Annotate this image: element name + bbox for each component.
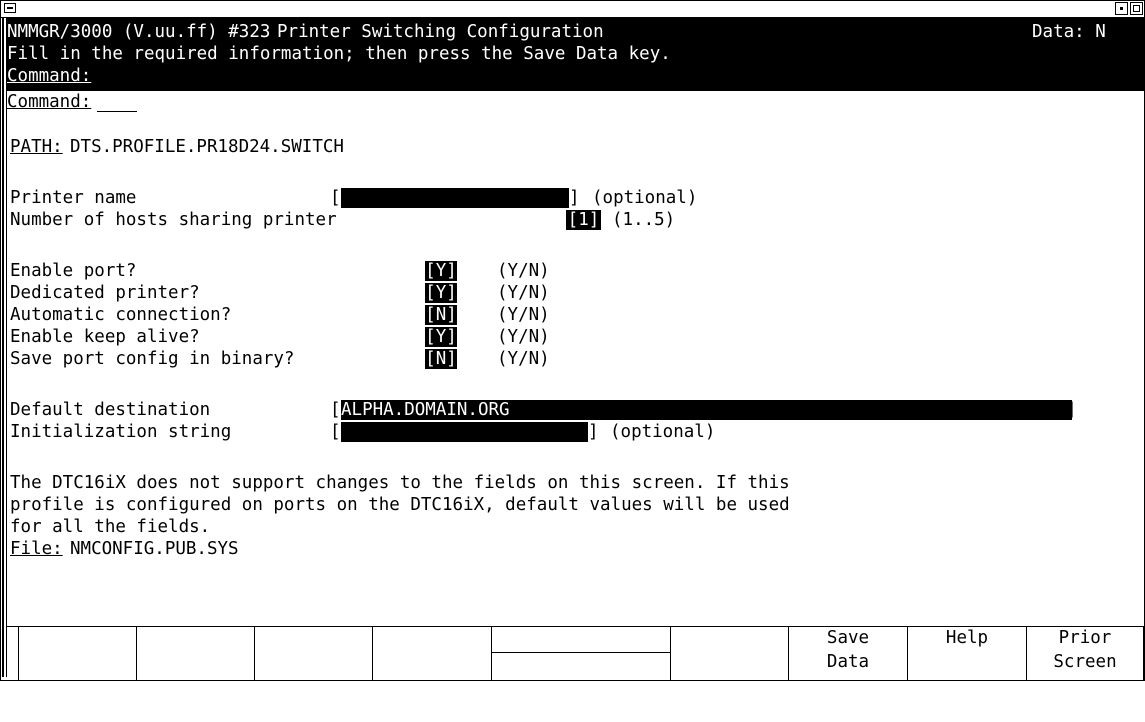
note-line-1: The DTC16iX does not support changes to … [10, 473, 790, 493]
command-label: Command: [7, 66, 92, 86]
enable-keep-alive-hint: (Y/N) [497, 327, 550, 347]
bracket-open: [ [330, 188, 341, 208]
save-port-config-hint: (Y/N) [497, 349, 550, 369]
printer-name-hint: (optional) [592, 188, 698, 208]
num-hosts-input[interactable]: [1] [566, 210, 601, 230]
bracket-close: ] [588, 422, 599, 442]
printer-name-input[interactable] [341, 188, 569, 208]
init-string-input[interactable] [341, 422, 588, 442]
save-data-key[interactable]: Save Data [788, 626, 907, 680]
bracket-open: [ [330, 400, 341, 420]
function-key-2[interactable] [136, 626, 254, 680]
init-string-label: Initialization string [10, 422, 232, 442]
function-key-4[interactable] [372, 626, 491, 680]
enable-port-label: Enable port? [10, 261, 137, 281]
init-string-hint: (optional) [610, 422, 716, 442]
command-line: Command: [7, 91, 1144, 113]
command-input[interactable] [97, 91, 1141, 113]
note-line-3: for all the fields. [10, 517, 211, 537]
default-destination-label: Default destination [10, 400, 211, 420]
dedicated-printer-input[interactable]: [Y] [425, 283, 457, 303]
help-key[interactable]: Help [907, 626, 1026, 680]
minimize-icon[interactable] [1115, 2, 1128, 15]
instruction-text: Fill in the required information; then p… [7, 44, 671, 64]
left-border [2, 17, 4, 677]
maximize-icon[interactable] [1130, 2, 1143, 15]
save-port-config-input[interactable]: [N] [425, 349, 457, 369]
command-label-line: Command: [7, 92, 92, 112]
enable-port-hint: (Y/N) [497, 261, 550, 281]
dedicated-printer-hint: (Y/N) [497, 283, 550, 303]
num-hosts-hint: (1..5) [612, 210, 676, 230]
enable-keep-alive-label: Enable keep alive? [10, 327, 200, 347]
data-flag: Data: N [1032, 22, 1106, 42]
function-key-5-divider [492, 652, 670, 653]
enable-port-input[interactable]: [Y] [425, 261, 457, 281]
automatic-connection-hint: (Y/N) [497, 305, 550, 325]
app-version: NMMGR/3000 (V.uu.ff) #323 [7, 22, 271, 42]
bracket-open: [ [330, 422, 341, 442]
note-line-2: profile is configured on ports on the DT… [10, 495, 790, 515]
function-key-3[interactable] [254, 626, 372, 680]
function-key-5[interactable] [491, 626, 670, 680]
default-destination-input[interactable]: ALPHA.DOMAIN.ORG [341, 400, 1072, 420]
path-value: DTS.PROFILE.PR18D24.SWITCH [70, 137, 344, 157]
title-bar [1, 1, 1144, 18]
path-label: PATH: [10, 137, 63, 157]
bracket-close: ] [1066, 400, 1077, 420]
prior-screen-key[interactable]: Prior Screen [1026, 626, 1144, 680]
enable-keep-alive-input[interactable]: [Y] [425, 327, 457, 347]
function-key-6[interactable] [670, 626, 788, 680]
printer-name-label: Printer name [10, 188, 137, 208]
screen-title: Printer Switching Configuration [277, 22, 604, 42]
left-border-inner [6, 17, 7, 677]
automatic-connection-label: Automatic connection? [10, 305, 232, 325]
file-value: NMCONFIG.PUB.SYS [70, 539, 239, 559]
system-menu-icon[interactable] [4, 3, 16, 13]
file-label: File: [10, 539, 63, 559]
save-port-config-label: Save port config in binary? [10, 349, 295, 369]
automatic-connection-input[interactable]: [N] [425, 305, 457, 325]
dedicated-printer-label: Dedicated printer? [10, 283, 200, 303]
bracket-close: ] [569, 188, 580, 208]
function-key-1[interactable] [18, 626, 136, 680]
num-hosts-label: Number of hosts sharing printer [10, 210, 337, 230]
